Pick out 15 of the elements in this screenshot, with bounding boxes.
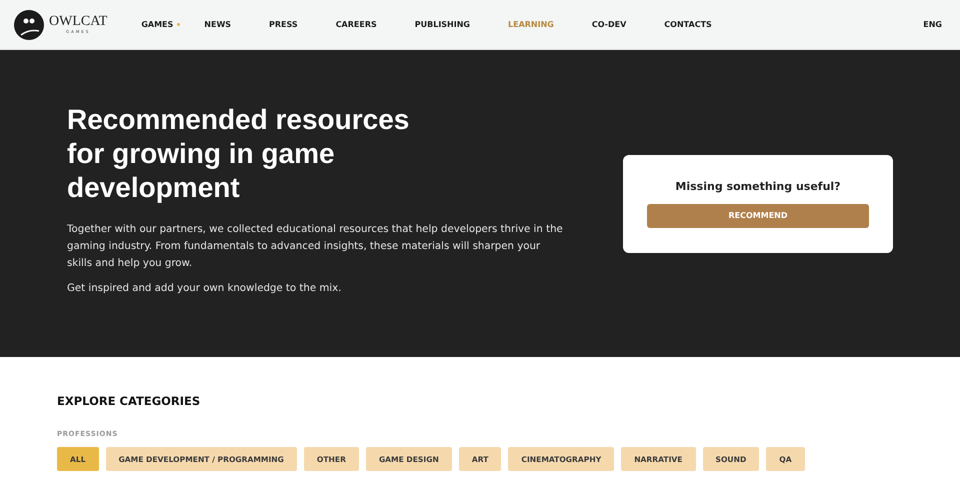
hero-paragraph: Get inspired and add your own knowledge to the mix. [67,282,342,296]
nav-link[interactable]: PRESS [269,20,298,29]
dropdown-dot-icon [177,23,180,26]
hero-title: Recommended resources for growing in game development [67,102,410,204]
nav-link[interactable]: NEWS [204,20,232,29]
nav-link[interactable]: CONTACTS [664,20,712,29]
hero-paragraph: Together with our partners, we collected educational resources that help developers thrive in the gaming industry. From fundamentals to advanced insights, these materials will sharpen your skills and help you grow. [67,222,564,270]
nav-link[interactable]: CO-DEV [592,20,626,29]
language-switcher[interactable]: ENG [923,20,942,29]
card-text: Missing something useful? [675,180,841,192]
nav-link[interactable]: PUBLISHING [414,20,470,29]
section-heading: EXPLORE CATEGORIES [57,394,202,408]
nav-link[interactable]: GAMES [141,20,180,29]
nav-link[interactable]: CAREERS [336,20,377,29]
logo-name: OWLCAT [49,15,108,29]
